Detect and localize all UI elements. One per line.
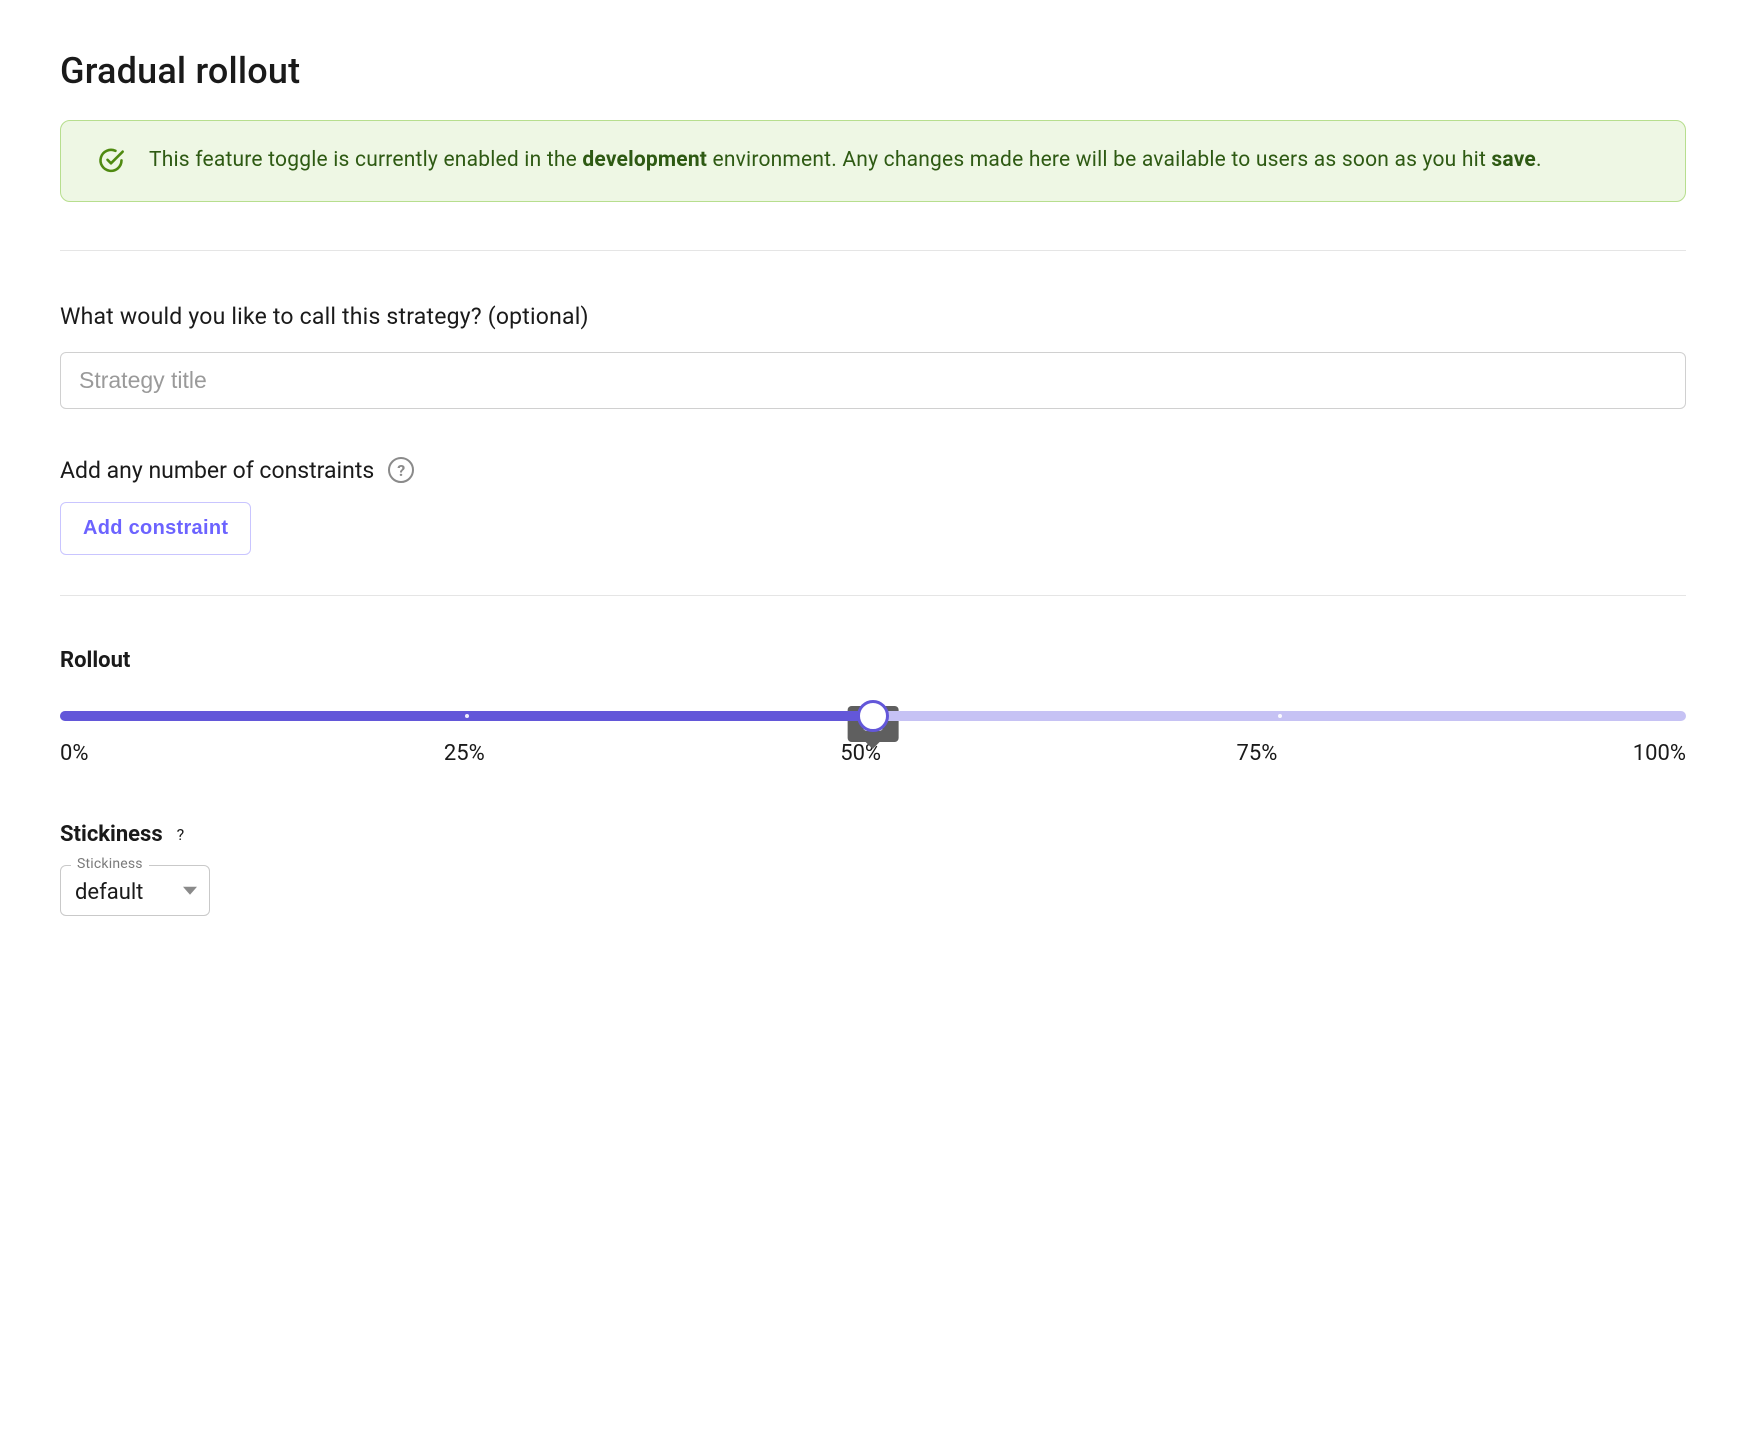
- slider-thumb[interactable]: [857, 700, 889, 732]
- slider-tick-dot: [1278, 714, 1282, 718]
- help-icon[interactable]: ?: [388, 457, 414, 483]
- status-alert-message: This feature toggle is currently enabled…: [149, 145, 1542, 177]
- chevron-down-icon: [183, 887, 197, 895]
- check-circle-icon: [97, 147, 125, 175]
- add-constraint-button[interactable]: Add constraint: [60, 502, 251, 555]
- status-alert: This feature toggle is currently enabled…: [60, 120, 1686, 202]
- stickiness-select[interactable]: Stickiness default: [60, 865, 210, 916]
- stickiness-floating-label: Stickiness: [71, 856, 149, 872]
- stickiness-heading: Stickiness: [60, 822, 163, 847]
- stickiness-selected-value: default: [75, 880, 143, 905]
- slider-tick-label: 0%: [60, 741, 88, 766]
- strategy-name-label: What would you like to call this strateg…: [60, 303, 1686, 330]
- rollout-heading: Rollout: [60, 648, 1686, 673]
- constraints-label: Add any number of constraints: [60, 457, 374, 484]
- slider-tick-label: 75%: [1236, 741, 1277, 766]
- page-title: Gradual rollout: [60, 50, 1686, 92]
- slider-tick-label: 25%: [444, 741, 485, 766]
- strategy-title-input[interactable]: [60, 352, 1686, 409]
- slider-tick-label: 100%: [1633, 741, 1686, 766]
- help-icon[interactable]: ?: [177, 825, 185, 844]
- slider-tick-dot: [465, 714, 469, 718]
- slider-track[interactable]: [60, 711, 1686, 721]
- rollout-slider[interactable]: 50 0% 25% 50% 75% 100%: [60, 711, 1686, 766]
